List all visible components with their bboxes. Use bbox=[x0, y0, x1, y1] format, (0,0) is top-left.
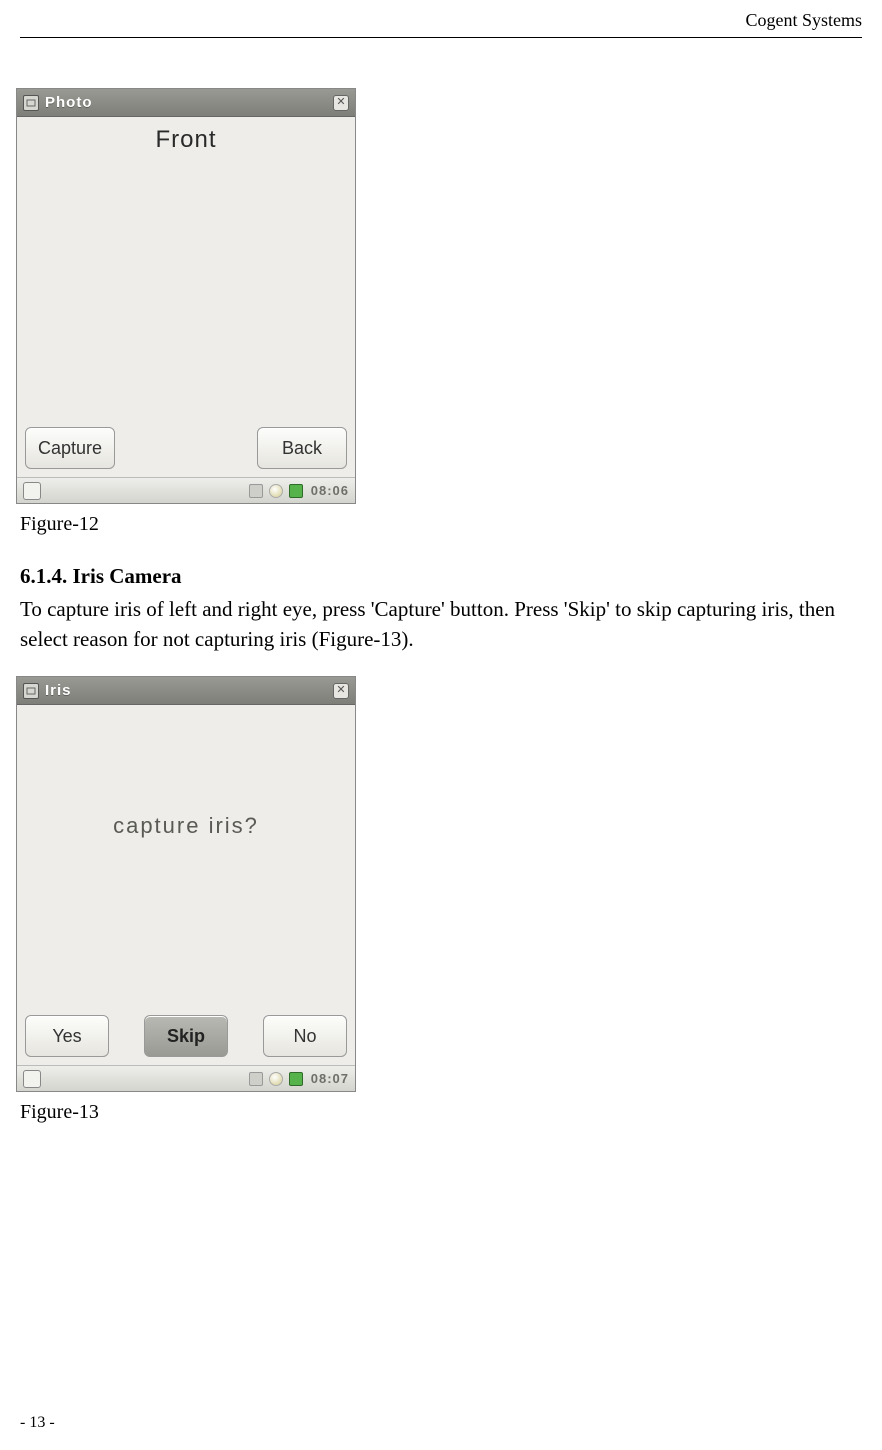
window-icon bbox=[23, 683, 39, 699]
figure-13-caption: Figure-13 bbox=[20, 1098, 862, 1126]
window-title: Iris bbox=[45, 680, 327, 701]
no-button[interactable]: No bbox=[263, 1015, 347, 1057]
network-icon[interactable] bbox=[289, 484, 303, 498]
taskbar-start-icon[interactable] bbox=[23, 1070, 41, 1088]
page-number: - 13 - bbox=[20, 1412, 55, 1434]
capture-iris-prompt: capture iris? bbox=[113, 811, 259, 842]
back-button[interactable]: Back bbox=[257, 427, 347, 469]
close-icon[interactable]: ✕ bbox=[333, 95, 349, 111]
yes-button[interactable]: Yes bbox=[25, 1015, 109, 1057]
button-row: Yes Skip No bbox=[17, 1007, 355, 1065]
taskbar: 08:06 bbox=[17, 477, 355, 503]
taskbar-clock: 08:07 bbox=[311, 1070, 349, 1088]
titlebar: Iris ✕ bbox=[17, 677, 355, 705]
button-row: Capture Back bbox=[17, 419, 355, 477]
window-title: Photo bbox=[45, 92, 327, 113]
header-divider bbox=[20, 37, 862, 38]
body-text: To capture iris of left and right eye, p… bbox=[20, 594, 862, 655]
figure-12-caption: Figure-12 bbox=[20, 510, 862, 538]
titlebar: Photo ✕ bbox=[17, 89, 355, 117]
taskbar-clock: 08:06 bbox=[311, 482, 349, 500]
window-icon bbox=[23, 95, 39, 111]
photo-content-area: Front bbox=[17, 117, 355, 419]
figure-12-screenshot: Photo ✕ Front Capture Back 08:06 bbox=[16, 88, 356, 504]
network-icon[interactable] bbox=[289, 1072, 303, 1086]
taskbar: 08:07 bbox=[17, 1065, 355, 1091]
status-icon[interactable] bbox=[269, 484, 283, 498]
figure-13-screenshot: Iris ✕ capture iris? Yes Skip No 08:07 bbox=[16, 676, 356, 1092]
status-icon[interactable] bbox=[269, 1072, 283, 1086]
taskbar-start-icon[interactable] bbox=[23, 482, 41, 500]
section-heading: 6.1.4. Iris Camera bbox=[20, 562, 862, 591]
iris-content-area: capture iris? bbox=[17, 705, 355, 1007]
front-label: Front bbox=[155, 123, 216, 157]
header-company: Cogent Systems bbox=[20, 0, 862, 37]
capture-button[interactable]: Capture bbox=[25, 427, 115, 469]
volume-icon[interactable] bbox=[249, 1072, 263, 1086]
volume-icon[interactable] bbox=[249, 484, 263, 498]
close-icon[interactable]: ✕ bbox=[333, 683, 349, 699]
skip-button[interactable]: Skip bbox=[144, 1015, 228, 1057]
